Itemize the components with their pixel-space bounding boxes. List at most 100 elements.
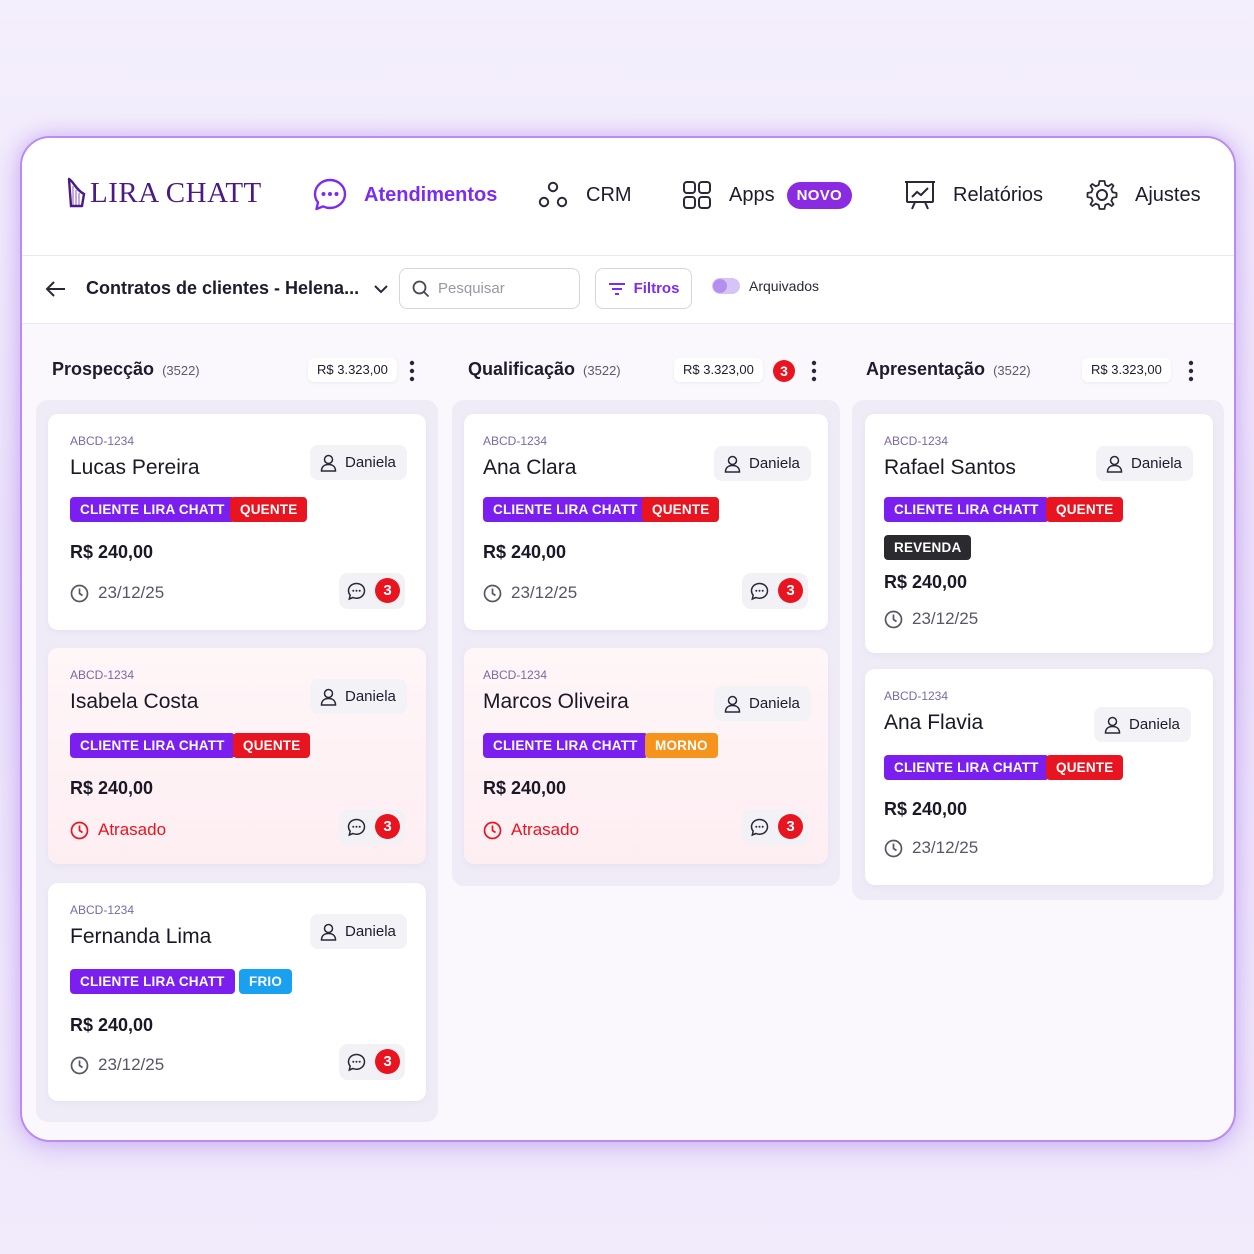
more-vertical-icon[interactable] xyxy=(1181,358,1201,384)
assignee-chip[interactable]: Daniela xyxy=(714,446,811,481)
deal-name: Ana Clara xyxy=(483,456,577,479)
deal-card[interactable]: ABCD-1234 Marcos Oliveira Daniela CLIENT… xyxy=(464,648,828,864)
tag-temperature: QUENTE xyxy=(233,733,311,758)
deal-code: ABCD-1234 xyxy=(884,434,949,448)
nav-atendimentos[interactable]: Atendimentos xyxy=(312,176,497,214)
chat-bubble-icon xyxy=(347,818,366,836)
user-icon xyxy=(724,455,741,473)
user-icon xyxy=(320,454,337,472)
archived-toggle[interactable] xyxy=(712,278,740,294)
assignee-name: Daniela xyxy=(749,695,800,712)
clock-icon xyxy=(70,584,89,602)
archived-toggle-group[interactable]: Arquivados xyxy=(712,278,819,294)
back-arrow-icon[interactable] xyxy=(44,277,68,301)
filters-button[interactable]: Filtros xyxy=(595,268,692,309)
search-box[interactable] xyxy=(399,268,580,309)
chat-bubble-icon xyxy=(313,178,347,211)
deal-date: 23/12/25 xyxy=(70,1055,164,1075)
deal-value: R$ 240,00 xyxy=(70,1015,154,1035)
crm-nodes-icon xyxy=(538,181,568,208)
nav-relatorios-label: Relatórios xyxy=(953,183,1044,206)
deal-value: R$ 240,00 xyxy=(884,572,968,592)
clock-alert-icon xyxy=(70,821,89,839)
deal-card[interactable]: ABCD-1234 Ana Clara Daniela CLIENTE LIRA… xyxy=(464,414,828,630)
chat-bubble-icon xyxy=(750,818,769,836)
deal-overdue-status: Atrasado xyxy=(70,820,166,840)
messages-button[interactable]: 3 xyxy=(742,809,808,845)
deal-name: Lucas Pereira xyxy=(70,456,200,479)
user-icon xyxy=(320,923,337,941)
app-window: LIRA CHATT Atendimentos CRM Apps NOVO Re… xyxy=(20,136,1236,1142)
archived-label: Arquivados xyxy=(749,278,820,294)
tag-cliente: CLIENTE LIRA CHATT xyxy=(884,755,1049,780)
deal-date: 23/12/25 xyxy=(884,838,978,858)
tag-temperature: MORNO xyxy=(645,733,718,758)
assignee-chip[interactable]: Daniela xyxy=(310,914,407,949)
new-badge: NOVO xyxy=(786,181,852,209)
more-vertical-icon[interactable] xyxy=(804,358,824,384)
nav-ajustes[interactable]: Ajustes xyxy=(1085,176,1201,214)
deal-code: ABCD-1234 xyxy=(483,434,548,448)
deal-date: 23/12/25 xyxy=(70,583,164,603)
notification-badge[interactable]: 3 xyxy=(773,360,795,382)
deal-card[interactable]: ABCD-1234 Fernanda Lima Daniela CLIENTE … xyxy=(48,883,426,1101)
assignee-name: Daniela xyxy=(749,455,800,472)
assignee-chip[interactable]: Daniela xyxy=(1094,707,1191,742)
deal-card[interactable]: ABCD-1234 Ana Flavia Daniela CLIENTE LIR… xyxy=(865,669,1213,885)
brand-logo[interactable]: LIRA CHATT xyxy=(66,176,262,210)
column-total: R$ 3.323,00 xyxy=(308,358,397,382)
tag-revenda: REVENDA xyxy=(884,535,972,560)
apps-grid-icon xyxy=(683,181,711,209)
messages-button[interactable]: 3 xyxy=(339,1044,405,1080)
nav-apps[interactable]: Apps NOVO xyxy=(681,176,852,214)
board-toolbar: Contratos de clientes - Helena... Filtro… xyxy=(22,256,1234,324)
assignee-name: Daniela xyxy=(345,688,396,705)
harp-logo-icon xyxy=(67,177,86,208)
assignee-name: Daniela xyxy=(345,454,396,471)
deal-card[interactable]: ABCD-1234 Lucas Pereira Daniela CLIENTE … xyxy=(48,414,426,630)
board-title: Contratos de clientes - Helena... xyxy=(86,278,360,298)
deal-name: Fernanda Lima xyxy=(70,925,212,948)
deal-date: 23/12/25 xyxy=(483,583,577,603)
assignee-chip[interactable]: Daniela xyxy=(1096,446,1193,481)
nav-crm[interactable]: CRM xyxy=(536,176,632,214)
deal-code: ABCD-1234 xyxy=(70,668,135,682)
deal-overdue-status: Atrasado xyxy=(483,820,579,840)
message-count-badge: 3 xyxy=(375,814,400,839)
tag-cliente: CLIENTE LIRA CHATT xyxy=(483,733,648,758)
assignee-chip[interactable]: Daniela xyxy=(310,445,407,480)
column-header-prospeccao: Prospecção (3522) R$ 3.323,00 xyxy=(52,356,422,386)
assignee-chip[interactable]: Daniela xyxy=(310,679,407,714)
assignee-chip[interactable]: Daniela xyxy=(714,686,811,721)
nav-relatorios[interactable]: Relatórios xyxy=(903,176,1043,214)
column-count: (3522) xyxy=(162,363,200,378)
board-selector[interactable]: Contratos de clientes - Helena... xyxy=(86,278,389,299)
message-count-badge: 3 xyxy=(778,578,803,603)
deal-code: ABCD-1234 xyxy=(70,434,135,448)
deal-card[interactable]: ABCD-1234 Rafael Santos Daniela CLIENTE … xyxy=(865,414,1213,653)
chat-bubble-icon xyxy=(347,1053,366,1071)
nav-apps-label: Apps xyxy=(729,183,775,206)
messages-button[interactable]: 3 xyxy=(339,809,405,845)
assignee-name: Daniela xyxy=(1129,716,1180,733)
deal-value: R$ 240,00 xyxy=(483,778,567,798)
deal-name: Rafael Santos xyxy=(884,456,1016,479)
search-icon xyxy=(412,280,430,297)
column-title: Apresentação (3522) xyxy=(866,359,1031,379)
search-input[interactable] xyxy=(438,280,568,297)
deal-card[interactable]: ABCD-1234 Isabela Costa Daniela CLIENTE … xyxy=(48,648,426,864)
chat-bubble-icon xyxy=(750,582,769,600)
tag-temperature: FRIO xyxy=(239,969,293,994)
clock-icon xyxy=(884,610,903,628)
tag-temperature: QUENTE xyxy=(1046,755,1124,780)
filters-label: Filtros xyxy=(633,280,680,297)
messages-button[interactable]: 3 xyxy=(742,573,808,609)
brand-name: LIRA CHATT xyxy=(90,176,262,209)
filter-lines-icon xyxy=(608,282,625,295)
nav-atendimentos-label: Atendimentos xyxy=(364,183,498,206)
column-total: R$ 3.323,00 xyxy=(1082,358,1171,382)
deal-code: ABCD-1234 xyxy=(70,903,135,917)
more-vertical-icon[interactable] xyxy=(402,358,422,384)
tag-cliente: CLIENTE LIRA CHATT xyxy=(70,969,235,994)
messages-button[interactable]: 3 xyxy=(339,573,405,609)
